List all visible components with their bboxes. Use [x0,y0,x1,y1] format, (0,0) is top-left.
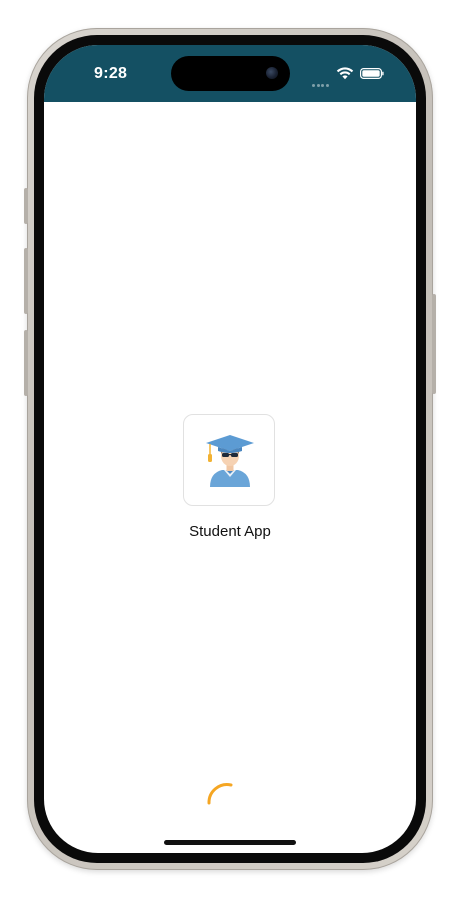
graduate-student-icon [206,435,254,487]
phone-screen: 9:28 Student App [44,45,416,853]
status-time: 9:28 [94,65,128,82]
dynamic-island [171,56,290,91]
home-indicator[interactable] [164,840,296,845]
power-button [432,294,436,394]
app-name-label: Student App [189,523,271,540]
volume-up-button [24,248,28,314]
action-button [24,188,28,224]
cellular-signal-icon [312,74,332,87]
battery-icon [360,68,384,79]
status-bar: 9:28 [44,45,416,102]
app-logo [183,414,275,506]
loading-spinner [207,783,233,805]
device-page: 9:28 Student App [0,0,460,900]
volume-down-button [24,330,28,396]
camera-icon [266,67,278,79]
wifi-icon [336,67,354,80]
